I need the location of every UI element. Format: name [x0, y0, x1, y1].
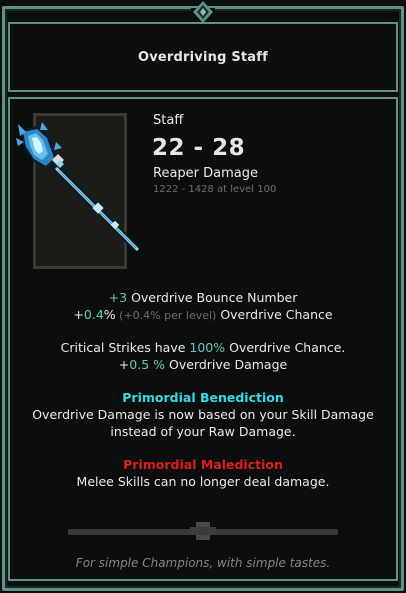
chance-line: +0.4% (+0.4% per level) Overdrive Chance — [10, 306, 396, 324]
affix-block-1: +3 Overdrive Bounce Number +0.4% (+0.4% … — [10, 289, 396, 324]
crit-value: 100% — [189, 340, 226, 355]
bounce-line: +3 Overdrive Bounce Number — [10, 289, 396, 306]
benediction-line-2: instead of your Raw Damage. — [110, 424, 296, 439]
level-damage-range: 1222 - 1428 at level 100 — [153, 184, 277, 195]
crit-suffix: Overdrive Chance. — [225, 340, 346, 355]
damage-range: 22 - 28 — [152, 135, 246, 161]
crit-line: Critical Strikes have 100% Overdrive Cha… — [10, 339, 396, 356]
tooltip-header: Overdriving Staff — [8, 22, 398, 92]
benediction-line-1: Overdrive Damage is now based on your Sk… — [32, 407, 374, 422]
od-prefix: + — [118, 357, 130, 372]
chance-label: Overdrive Chance — [216, 307, 333, 322]
chance-prefix: + — [73, 307, 84, 322]
chance-value: 0.4 — [83, 307, 104, 322]
flavor-text: For simple Champions, with simple tastes… — [75, 556, 331, 570]
divider-ornament — [190, 522, 216, 540]
benediction-title: Primordial Benediction — [122, 390, 284, 405]
item-tooltip: Overdriving Staff Staff 22 - 28 Reaper D… — [0, 0, 406, 593]
overdrive-damage-line: +0.5 % Overdrive Damage — [10, 356, 396, 373]
crit-prefix: Critical Strikes have — [60, 340, 190, 355]
chance-per-level: (+0.4% per level) — [115, 309, 217, 322]
damage-type-label: Reaper Damage — [153, 166, 258, 181]
bounce-label: Overdrive Bounce Number — [127, 290, 298, 305]
ice-staff-icon — [16, 122, 141, 253]
od-label: Overdrive Damage — [165, 357, 288, 372]
benediction-block: Primordial Benediction Overdrive Damage … — [10, 389, 396, 440]
bounce-value: +3 — [108, 290, 128, 305]
affix-block-2: Critical Strikes have 100% Overdrive Cha… — [10, 339, 396, 373]
diamond-gem-icon — [191, 1, 215, 23]
chance-unit: % — [103, 307, 116, 322]
item-type: Staff — [153, 113, 184, 128]
malediction-line-1: Melee Skills can no longer deal damage. — [76, 474, 330, 489]
malediction-title: Primordial Malediction — [123, 457, 283, 472]
malediction-block: Primordial Malediction Melee Skills can … — [10, 456, 396, 490]
od-value: 0.5 % — [129, 357, 166, 372]
item-name: Overdriving Staff — [137, 49, 268, 65]
